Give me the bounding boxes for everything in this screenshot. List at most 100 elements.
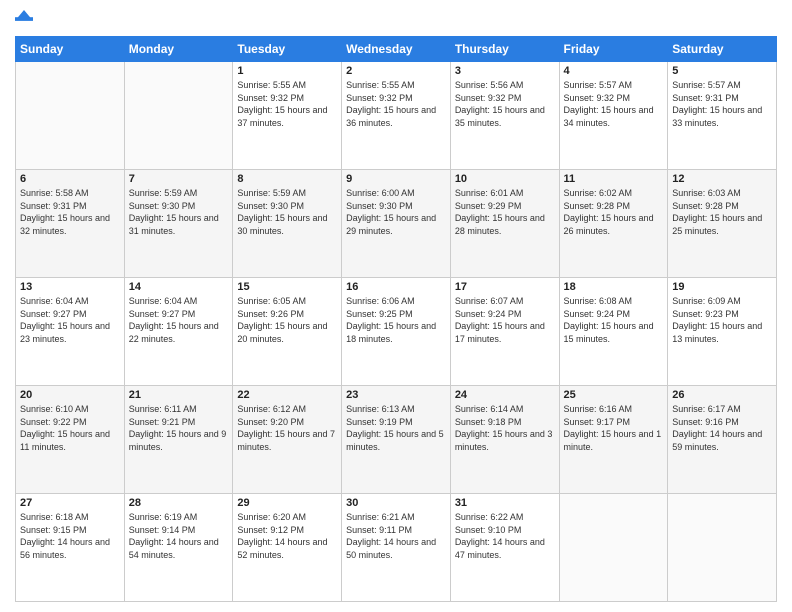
day-number: 30 bbox=[346, 497, 446, 509]
day-info: Sunrise: 6:14 AMSunset: 9:18 PMDaylight:… bbox=[455, 403, 555, 453]
day-info: Sunrise: 6:13 AMSunset: 9:19 PMDaylight:… bbox=[346, 403, 446, 453]
calendar-cell: 5 Sunrise: 5:57 AMSunset: 9:31 PMDaylight… bbox=[668, 62, 777, 170]
logo-icon bbox=[15, 10, 33, 28]
calendar-cell: 28 Sunrise: 6:19 AMSunset: 9:14 PMDayligh… bbox=[124, 494, 233, 602]
calendar-cell: 24 Sunrise: 6:14 AMSunset: 9:18 PMDayligh… bbox=[450, 386, 559, 494]
day-number: 31 bbox=[455, 497, 555, 509]
calendar-cell: 13 Sunrise: 6:04 AMSunset: 9:27 PMDayligh… bbox=[16, 278, 125, 386]
weekday-header: Sunday bbox=[16, 37, 125, 62]
day-info: Sunrise: 6:11 AMSunset: 9:21 PMDaylight:… bbox=[129, 403, 229, 453]
calendar-cell: 10 Sunrise: 6:01 AMSunset: 9:29 PMDayligh… bbox=[450, 170, 559, 278]
calendar-cell: 2 Sunrise: 5:55 AMSunset: 9:32 PMDaylight… bbox=[342, 62, 451, 170]
calendar-cell: 3 Sunrise: 5:56 AMSunset: 9:32 PMDaylight… bbox=[450, 62, 559, 170]
calendar-cell: 15 Sunrise: 6:05 AMSunset: 9:26 PMDayligh… bbox=[233, 278, 342, 386]
day-number: 13 bbox=[20, 281, 120, 293]
weekday-header: Friday bbox=[559, 37, 668, 62]
day-info: Sunrise: 6:07 AMSunset: 9:24 PMDaylight:… bbox=[455, 295, 555, 345]
calendar-week-row: 20 Sunrise: 6:10 AMSunset: 9:22 PMDayligh… bbox=[16, 386, 777, 494]
day-number: 17 bbox=[455, 281, 555, 293]
day-number: 15 bbox=[237, 281, 337, 293]
day-info: Sunrise: 6:18 AMSunset: 9:15 PMDaylight:… bbox=[20, 511, 120, 561]
day-number: 5 bbox=[672, 65, 772, 77]
day-info: Sunrise: 6:04 AMSunset: 9:27 PMDaylight:… bbox=[20, 295, 120, 345]
day-number: 4 bbox=[564, 65, 664, 77]
calendar-cell: 4 Sunrise: 5:57 AMSunset: 9:32 PMDaylight… bbox=[559, 62, 668, 170]
day-info: Sunrise: 6:12 AMSunset: 9:20 PMDaylight:… bbox=[237, 403, 337, 453]
day-number: 8 bbox=[237, 173, 337, 185]
day-number: 21 bbox=[129, 389, 229, 401]
day-number: 6 bbox=[20, 173, 120, 185]
calendar-week-row: 1 Sunrise: 5:55 AMSunset: 9:32 PMDaylight… bbox=[16, 62, 777, 170]
day-number: 12 bbox=[672, 173, 772, 185]
day-number: 25 bbox=[564, 389, 664, 401]
weekday-header: Thursday bbox=[450, 37, 559, 62]
calendar-cell: 14Sunrise: 6:04 AMSunset: 9:27 PMDayligh… bbox=[124, 278, 233, 386]
day-info: Sunrise: 6:08 AMSunset: 9:24 PMDaylight:… bbox=[564, 295, 664, 345]
logo bbox=[15, 10, 35, 28]
calendar-table: SundayMondayTuesdayWednesdayThursdayFrid… bbox=[15, 36, 777, 602]
calendar-cell: 16 Sunrise: 6:06 AMSunset: 9:25 PMDayligh… bbox=[342, 278, 451, 386]
day-info: Sunrise: 5:55 AMSunset: 9:32 PMDaylight:… bbox=[346, 79, 446, 129]
day-info: Sunrise: 6:20 AMSunset: 9:12 PMDaylight:… bbox=[237, 511, 337, 561]
calendar-cell: 9 Sunrise: 6:00 AMSunset: 9:30 PMDaylight… bbox=[342, 170, 451, 278]
day-number: 16 bbox=[346, 281, 446, 293]
day-number: 3 bbox=[455, 65, 555, 77]
day-number: 18 bbox=[564, 281, 664, 293]
day-number: 2 bbox=[346, 65, 446, 77]
day-number: 11 bbox=[564, 173, 664, 185]
calendar-cell bbox=[16, 62, 125, 170]
calendar-cell: 26Sunrise: 6:17 AMSunset: 9:16 PMDayligh… bbox=[668, 386, 777, 494]
day-info: Sunrise: 5:57 AMSunset: 9:31 PMDaylight:… bbox=[672, 79, 772, 129]
day-number: 24 bbox=[455, 389, 555, 401]
day-info: Sunrise: 5:57 AMSunset: 9:32 PMDaylight:… bbox=[564, 79, 664, 129]
day-number: 22 bbox=[237, 389, 337, 401]
calendar-cell: 25Sunrise: 6:16 AMSunset: 9:17 PMDayligh… bbox=[559, 386, 668, 494]
calendar-week-row: 13 Sunrise: 6:04 AMSunset: 9:27 PMDayligh… bbox=[16, 278, 777, 386]
day-number: 14 bbox=[129, 281, 229, 293]
page: SundayMondayTuesdayWednesdayThursdayFrid… bbox=[0, 0, 792, 612]
calendar-cell: 18 Sunrise: 6:08 AMSunset: 9:24 PMDayligh… bbox=[559, 278, 668, 386]
day-info: Sunrise: 6:01 AMSunset: 9:29 PMDaylight:… bbox=[455, 187, 555, 237]
weekday-row: SundayMondayTuesdayWednesdayThursdayFrid… bbox=[16, 37, 777, 62]
calendar-cell: 29 Sunrise: 6:20 AMSunset: 9:12 PMDayligh… bbox=[233, 494, 342, 602]
calendar-cell: 22 Sunrise: 6:12 AMSunset: 9:20 PMDayligh… bbox=[233, 386, 342, 494]
day-number: 29 bbox=[237, 497, 337, 509]
calendar-cell bbox=[124, 62, 233, 170]
day-number: 10 bbox=[455, 173, 555, 185]
calendar-cell: 21 Sunrise: 6:11 AMSunset: 9:21 PMDayligh… bbox=[124, 386, 233, 494]
day-number: 9 bbox=[346, 173, 446, 185]
calendar-cell: 12 Sunrise: 6:03 AMSunset: 9:28 PMDayligh… bbox=[668, 170, 777, 278]
weekday-header: Saturday bbox=[668, 37, 777, 62]
day-number: 1 bbox=[237, 65, 337, 77]
calendar-cell: 1 Sunrise: 5:55 AMSunset: 9:32 PMDaylight… bbox=[233, 62, 342, 170]
day-info: Sunrise: 6:03 AMSunset: 9:28 PMDaylight:… bbox=[672, 187, 772, 237]
day-info: Sunrise: 6:06 AMSunset: 9:25 PMDaylight:… bbox=[346, 295, 446, 345]
calendar-cell: 6Sunrise: 5:58 AMSunset: 9:31 PMDaylight… bbox=[16, 170, 125, 278]
day-number: 28 bbox=[129, 497, 229, 509]
calendar-cell: 19Sunrise: 6:09 AMSunset: 9:23 PMDayligh… bbox=[668, 278, 777, 386]
header bbox=[15, 10, 777, 28]
day-info: Sunrise: 6:10 AMSunset: 9:22 PMDaylight:… bbox=[20, 403, 120, 453]
day-info: Sunrise: 6:19 AMSunset: 9:14 PMDaylight:… bbox=[129, 511, 229, 561]
day-info: Sunrise: 6:00 AMSunset: 9:30 PMDaylight:… bbox=[346, 187, 446, 237]
day-info: Sunrise: 6:21 AMSunset: 9:11 PMDaylight:… bbox=[346, 511, 446, 561]
day-info: Sunrise: 5:55 AMSunset: 9:32 PMDaylight:… bbox=[237, 79, 337, 129]
day-info: Sunrise: 6:05 AMSunset: 9:26 PMDaylight:… bbox=[237, 295, 337, 345]
calendar-week-row: 6Sunrise: 5:58 AMSunset: 9:31 PMDaylight… bbox=[16, 170, 777, 278]
calendar-cell: 20 Sunrise: 6:10 AMSunset: 9:22 PMDayligh… bbox=[16, 386, 125, 494]
weekday-header: Tuesday bbox=[233, 37, 342, 62]
calendar-cell: 11 Sunrise: 6:02 AMSunset: 9:28 PMDayligh… bbox=[559, 170, 668, 278]
day-info: Sunrise: 6:22 AMSunset: 9:10 PMDaylight:… bbox=[455, 511, 555, 561]
day-info: Sunrise: 5:56 AMSunset: 9:32 PMDaylight:… bbox=[455, 79, 555, 129]
calendar-cell: 8Sunrise: 5:59 AMSunset: 9:30 PMDaylight… bbox=[233, 170, 342, 278]
day-number: 19 bbox=[672, 281, 772, 293]
day-number: 20 bbox=[20, 389, 120, 401]
calendar-header: SundayMondayTuesdayWednesdayThursdayFrid… bbox=[16, 37, 777, 62]
calendar-cell: 23Sunrise: 6:13 AMSunset: 9:19 PMDayligh… bbox=[342, 386, 451, 494]
day-number: 26 bbox=[672, 389, 772, 401]
calendar-cell: 30 Sunrise: 6:21 AMSunset: 9:11 PMDayligh… bbox=[342, 494, 451, 602]
calendar-week-row: 27Sunrise: 6:18 AMSunset: 9:15 PMDayligh… bbox=[16, 494, 777, 602]
weekday-header: Wednesday bbox=[342, 37, 451, 62]
day-info: Sunrise: 6:02 AMSunset: 9:28 PMDaylight:… bbox=[564, 187, 664, 237]
day-number: 7 bbox=[129, 173, 229, 185]
